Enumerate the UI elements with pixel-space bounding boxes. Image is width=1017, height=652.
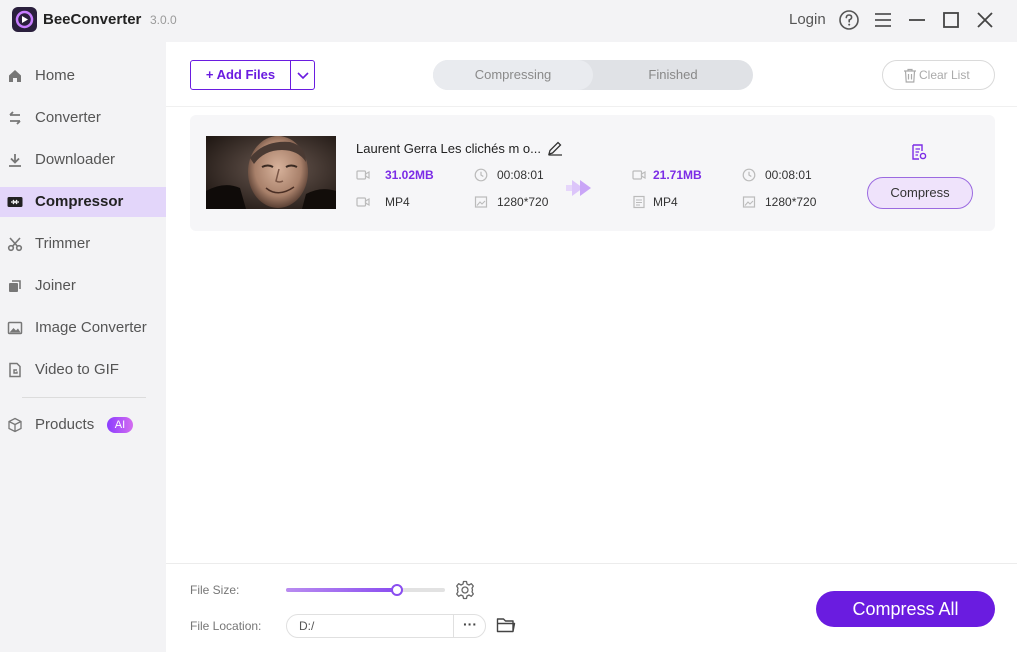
maximize-icon[interactable]	[940, 9, 962, 31]
clock-icon	[474, 168, 488, 182]
file-name: Laurent Gerra Les clichés m o...	[356, 141, 541, 156]
output-size: 21.71MB	[653, 168, 702, 182]
sidebar-item-trimmer[interactable]: Trimmer	[0, 229, 166, 259]
output-duration: 00:08:01	[765, 168, 812, 182]
output-format: MP4	[653, 195, 678, 209]
help-icon[interactable]	[838, 9, 860, 31]
sidebar-item-video-to-gif[interactable]: Video to GIF	[0, 355, 166, 385]
app-name: BeeConverter	[43, 11, 142, 28]
menu-icon[interactable]	[872, 9, 894, 31]
image-icon	[7, 321, 23, 335]
cube-icon	[8, 417, 22, 433]
sidebar-item-converter[interactable]: Converter	[0, 103, 166, 133]
sidebar-item-products[interactable]: Products	[0, 410, 166, 440]
compress-button[interactable]: Compress	[867, 177, 973, 209]
browse-more-button[interactable]: ···	[454, 615, 486, 637]
title-bar: BeeConverter 3.0.0 Login	[0, 0, 1017, 42]
edit-icon[interactable]	[547, 140, 563, 156]
sidebar-item-label: Trimmer	[35, 235, 91, 252]
slider-thumb[interactable]	[391, 584, 404, 596]
home-icon	[9, 70, 21, 82]
resolution-icon	[742, 196, 756, 208]
clock-icon	[742, 168, 756, 182]
ai-badge: AI	[107, 417, 133, 433]
add-files-button[interactable]: + Add Files	[191, 61, 290, 89]
download-icon	[9, 154, 21, 167]
sidebar-item-home[interactable]: Home	[0, 61, 166, 91]
converter-icon	[9, 111, 21, 125]
video-thumbnail[interactable]	[206, 136, 336, 209]
file-size-label: File Size:	[190, 583, 240, 597]
file-location-label: File Location:	[190, 619, 262, 633]
sidebar-divider	[22, 397, 146, 398]
trash-icon	[904, 68, 916, 83]
add-files-dropdown[interactable]	[291, 61, 315, 89]
sidebar-item-compressor[interactable]: Compressor	[0, 187, 166, 217]
video-icon	[632, 170, 646, 180]
file-location-input[interactable]	[299, 618, 449, 634]
sidebar: Home Converter Downloader Compressor Tri…	[0, 42, 166, 652]
close-icon[interactable]	[974, 9, 996, 31]
sidebar-item-downloader[interactable]: Downloader	[0, 145, 166, 175]
sidebar-item-label: Converter	[35, 109, 101, 126]
joiner-icon	[9, 280, 21, 292]
footer-divider	[166, 563, 1017, 564]
sidebar-item-label: Compressor	[35, 193, 124, 210]
sidebar-item-label: Image Converter	[35, 319, 147, 336]
compress-all-button[interactable]: Compress All	[816, 591, 995, 627]
sidebar-item-label: Joiner	[35, 277, 76, 294]
compressor-icon	[7, 197, 23, 207]
source-size: 31.02MB	[385, 168, 434, 182]
chevron-down-icon	[297, 72, 309, 80]
tab-compressing[interactable]: Compressing	[433, 60, 593, 90]
format-icon	[633, 195, 645, 209]
sidebar-item-joiner[interactable]: Joiner	[0, 271, 166, 301]
convert-arrow-icon	[566, 180, 591, 196]
clear-list-button[interactable]: Clear List	[882, 60, 995, 90]
video-icon	[356, 197, 370, 207]
header-divider	[166, 106, 1017, 107]
sidebar-item-label: Downloader	[35, 151, 116, 168]
add-files-group: + Add Files	[190, 60, 315, 90]
app-version: 3.0.0	[150, 13, 177, 27]
video-icon	[356, 170, 370, 180]
output-resolution: 1280*720	[765, 195, 817, 209]
minimize-icon[interactable]	[906, 9, 928, 31]
login-link[interactable]: Login	[789, 11, 826, 28]
slider-fill	[286, 588, 398, 592]
sidebar-item-label: Products	[35, 416, 95, 433]
file-size-slider[interactable]	[286, 584, 445, 596]
gif-icon	[9, 362, 21, 378]
file-card: Laurent Gerra Les clichés m o... 31.02MB…	[190, 115, 995, 231]
sidebar-item-label: Home	[35, 67, 76, 84]
sidebar-item-image-converter[interactable]: Image Converter	[0, 313, 166, 343]
sidebar-item-label: Video to GIF	[35, 361, 119, 378]
clear-list-label: Clear List	[919, 68, 970, 82]
output-settings-icon[interactable]	[910, 143, 928, 161]
source-resolution: 1280*720	[497, 195, 549, 209]
file-location-field: ···	[286, 614, 486, 638]
source-duration: 00:08:01	[497, 168, 544, 182]
scissors-icon	[7, 237, 23, 252]
status-tabs: Compressing Finished	[433, 60, 753, 90]
folder-icon[interactable]	[496, 616, 516, 634]
resolution-icon	[474, 196, 488, 208]
app-logo-icon	[12, 7, 37, 32]
tab-finished[interactable]: Finished	[593, 60, 753, 90]
source-format: MP4	[385, 195, 410, 209]
gear-icon[interactable]	[455, 580, 475, 600]
